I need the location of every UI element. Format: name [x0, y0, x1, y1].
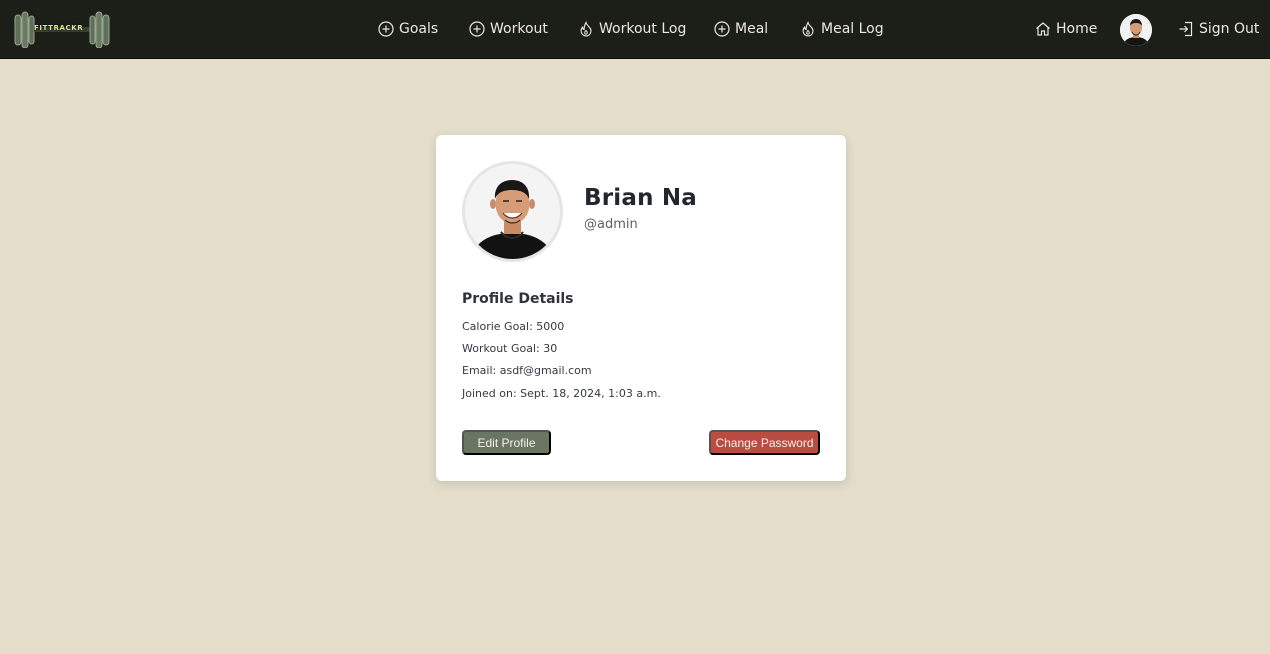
- nav-link-label: Workout: [490, 21, 548, 37]
- sign-out-icon: [1178, 21, 1194, 37]
- detail-email: Email: asdf@gmail.com: [462, 364, 592, 377]
- nav-link-label: Meal Log: [821, 21, 884, 37]
- nav-link-label: Home: [1056, 21, 1098, 37]
- profile-name: Brian Na: [584, 185, 698, 211]
- plus-circle-icon: [378, 21, 394, 37]
- detail-joined-date: Joined on: Sept. 18, 2024, 1:03 a.m.: [462, 387, 661, 400]
- nav-link-label: Workout Log: [599, 21, 687, 37]
- nav-link-label: Goals: [399, 21, 439, 37]
- nav-link-home[interactable]: Home: [1035, 19, 1097, 39]
- user-photo-icon: [465, 164, 560, 259]
- profile-card: Brian Na @admin Profile Details Calorie …: [436, 135, 846, 481]
- plus-circle-icon: [469, 21, 485, 37]
- detail-workout-goal: Workout Goal: 30: [462, 342, 558, 355]
- change-password-button[interactable]: Change Password: [709, 430, 820, 455]
- flame-icon: [578, 21, 594, 37]
- nav-link-meal[interactable]: Meal: [714, 19, 768, 39]
- plus-circle-icon: [714, 21, 730, 37]
- edit-profile-button[interactable]: Edit Profile: [462, 430, 551, 455]
- nav-link-workout[interactable]: Workout: [469, 19, 548, 39]
- profile-username: @admin: [584, 217, 638, 232]
- nav-link-label: Sign Out: [1199, 21, 1260, 37]
- flame-icon: [800, 21, 816, 37]
- home-icon: [1035, 21, 1051, 37]
- top-navbar: FITTRACKR Goals Workout Workout Log Meal…: [0, 0, 1270, 59]
- nav-link-workout-log[interactable]: Workout Log: [578, 19, 686, 39]
- nav-link-label: Meal: [735, 21, 769, 37]
- detail-calorie-goal: Calorie Goal: 5000: [462, 320, 565, 333]
- profile-details-heading: Profile Details: [462, 291, 574, 307]
- fittrackr-logo[interactable]: FITTRACKR: [14, 11, 110, 48]
- logo-text: FITTRACKR: [34, 24, 84, 32]
- nav-link-meal-log[interactable]: Meal Log: [800, 19, 884, 39]
- nav-link-sign-out[interactable]: Sign Out: [1178, 19, 1259, 39]
- nav-user-avatar[interactable]: [1120, 14, 1152, 46]
- profile-avatar: [462, 161, 563, 262]
- nav-link-goals[interactable]: Goals: [378, 19, 438, 39]
- user-photo-icon: [1120, 14, 1152, 46]
